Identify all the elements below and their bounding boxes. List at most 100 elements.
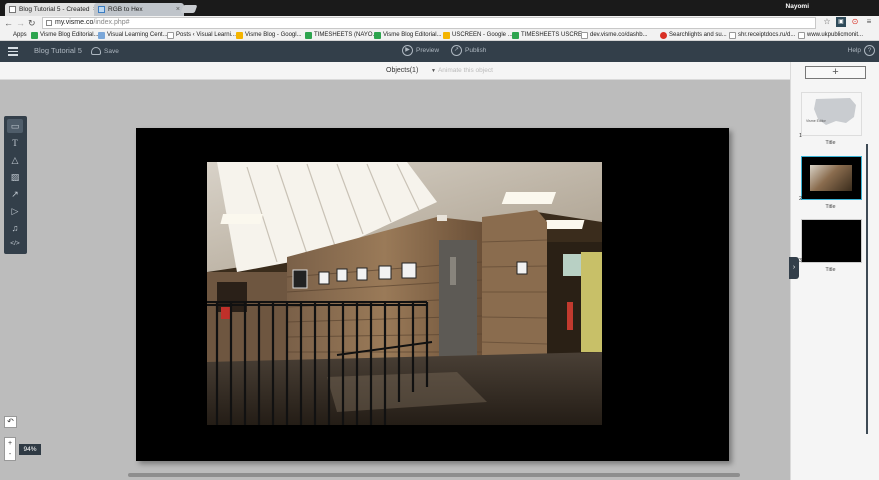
back-icon[interactable]: ← <box>4 17 13 29</box>
sheets-icon <box>31 32 38 39</box>
help-button[interactable]: Help ? <box>848 45 875 57</box>
drive-icon <box>236 32 243 39</box>
bookmark-item[interactable]: TIMESHEETS USCRE... <box>512 31 587 40</box>
tab-blog-tutorial[interactable]: Blog Tutorial 5 - Created × <box>5 3 101 16</box>
slide-thumb-image <box>810 165 852 191</box>
drive-icon <box>443 32 450 39</box>
collapse-panel-chevron-icon[interactable]: › <box>789 257 799 279</box>
save-label: Save <box>104 48 119 55</box>
extension-icon[interactable]: ▣ <box>836 17 846 27</box>
page-icon <box>798 32 805 39</box>
publish-label: Publish <box>465 47 487 54</box>
animate-label: Animate this object <box>437 67 493 74</box>
slide-image-hallway[interactable] <box>207 162 602 425</box>
bookmark-item[interactable]: Searchlights and su... <box>660 31 727 40</box>
slide-title-label: Title <box>825 204 836 210</box>
page-icon <box>9 6 16 13</box>
tab-title: Blog Tutorial 5 - Created <box>19 6 90 13</box>
slide-thumb-2[interactable] <box>801 156 862 200</box>
searchlights-icon <box>660 32 667 39</box>
zoom-control: + - <box>4 437 16 461</box>
undo-icon[interactable]: ↶ <box>4 416 17 428</box>
page-info-icon <box>46 20 52 26</box>
hallway-photo <box>207 162 602 425</box>
bookmark-item[interactable]: dev.visme.co/dashb... <box>581 31 648 40</box>
new-tab-button[interactable] <box>180 5 198 13</box>
audio-tool-icon[interactable]: ♫ <box>7 221 23 235</box>
close-tab-icon[interactable]: × <box>176 3 180 16</box>
bookmark-label: Apps <box>13 32 27 38</box>
hamburger-menu-icon[interactable] <box>8 47 18 56</box>
help-icon: ? <box>864 45 875 56</box>
bookmark-item[interactable]: TIMESHEETS (NAYO... <box>305 31 378 40</box>
objects-count[interactable]: Objects(1) <box>386 67 418 74</box>
bookmark-label: Visual Learning Cent... <box>107 32 168 38</box>
url-path: /index.php# <box>93 19 130 26</box>
slide-number: 3 <box>799 258 803 264</box>
browser-user[interactable]: Nayomi <box>786 3 809 10</box>
page-icon <box>581 32 588 39</box>
chart-tool-icon[interactable]: ↗ <box>7 187 23 201</box>
bookmark-label: Visme Blog Editorial... <box>383 32 442 38</box>
bookmark-item[interactable]: USCREEN - Google ... <box>443 31 513 40</box>
caret-down-icon: ▼ <box>431 68 436 74</box>
us-map-thumbnail: Visme Editor <box>806 98 856 125</box>
zoom-out-icon[interactable]: - <box>5 449 15 460</box>
left-toolbar: ▭ T △ ▨ ↗ ▷ ♫ </> <box>4 116 27 254</box>
bookmark-label: USCREEN - Google ... <box>452 32 513 38</box>
bookmark-label: Posts ‹ Visual Learni... <box>176 32 236 38</box>
page-icon <box>729 32 736 39</box>
preview-button[interactable]: ▶ Preview <box>402 45 439 57</box>
document-title[interactable]: Blog Tutorial 5 <box>34 46 82 55</box>
site-icon <box>98 32 105 39</box>
vertical-scrollbar[interactable] <box>866 144 868 434</box>
publish-button[interactable]: ↗ Publish <box>451 45 486 57</box>
embed-code-icon[interactable]: </> <box>7 237 23 251</box>
slide-thumb-3[interactable] <box>801 219 862 263</box>
forward-icon[interactable]: → <box>16 17 25 29</box>
add-slide-button[interactable]: + <box>805 66 866 79</box>
slide-number: 2 <box>799 196 803 202</box>
page-icon <box>98 6 105 13</box>
app-header: Blog Tutorial 5 Save ▶ Preview ↗ Publish… <box>0 41 879 62</box>
bookmark-label: Visme Blog - Googl... <box>245 32 302 38</box>
bookmark-label: TIMESHEETS (NAYO... <box>314 32 378 38</box>
zoom-in-icon[interactable]: + <box>5 438 15 449</box>
animate-object-dropdown[interactable]: ▼ Animate this object <box>431 67 493 74</box>
bookmark-label: dev.visme.co/dashb... <box>590 32 648 38</box>
bookmark-item[interactable]: shr.receiptdocs.ru/d... <box>729 31 795 40</box>
tab-rgb-to-hex[interactable]: RGB to Hex × <box>94 3 184 16</box>
reload-icon[interactable]: ↻ <box>28 17 36 29</box>
pinterest-icon[interactable]: ⊙ <box>850 17 860 27</box>
slides-panel: + Visme Editor 1 Title 2 Title 3 Title <box>790 62 879 480</box>
layout-tool-icon[interactable]: ▭ <box>7 119 23 133</box>
bookmark-item[interactable]: Visme Blog Editorial... <box>31 31 99 40</box>
zoom-level: 94% <box>19 444 41 455</box>
bookmark-item[interactable]: Apps <box>4 31 27 40</box>
star-icon[interactable]: ☆ <box>822 17 832 27</box>
bookmark-item[interactable]: Posts ‹ Visual Learni... <box>167 31 236 40</box>
sheets-icon <box>374 32 381 39</box>
object-bar: Objects(1) ▼ Animate this object <box>0 62 790 80</box>
bookmark-label: Visme Blog Editorial... <box>40 32 99 38</box>
bookmark-item[interactable]: www.ukpublicmonit... <box>798 31 863 40</box>
save-button[interactable]: Save <box>91 45 119 58</box>
video-tool-icon[interactable]: ▷ <box>7 204 23 218</box>
image-tool-icon[interactable]: ▨ <box>7 170 23 184</box>
play-icon: ▶ <box>402 45 413 56</box>
apps-icon <box>4 32 11 39</box>
url-host: my.visme.co <box>55 19 94 26</box>
menu-icon[interactable]: ≡ <box>864 17 874 27</box>
bookmark-item[interactable]: Visme Blog Editorial... <box>374 31 442 40</box>
bookmark-item[interactable]: Visme Blog - Googl... <box>236 31 302 40</box>
horizontal-scrollbar[interactable] <box>128 473 740 477</box>
bookmark-label: TIMESHEETS USCRE... <box>521 32 588 38</box>
address-bar: ← → ↻ my.visme.co/index.php# ☆ ▣ ⊙ ≡ <box>0 16 879 30</box>
slide-thumb-1[interactable]: Visme Editor <box>801 92 862 136</box>
shapes-tool-icon[interactable]: △ <box>7 153 23 167</box>
text-tool-icon[interactable]: T <box>7 136 23 150</box>
bookmark-item[interactable]: Visual Learning Cent... <box>98 31 168 40</box>
url-field[interactable]: my.visme.co/index.php# <box>42 17 816 29</box>
map-label: Visme Editor <box>806 119 827 123</box>
slide-title-label: Title <box>825 140 836 146</box>
